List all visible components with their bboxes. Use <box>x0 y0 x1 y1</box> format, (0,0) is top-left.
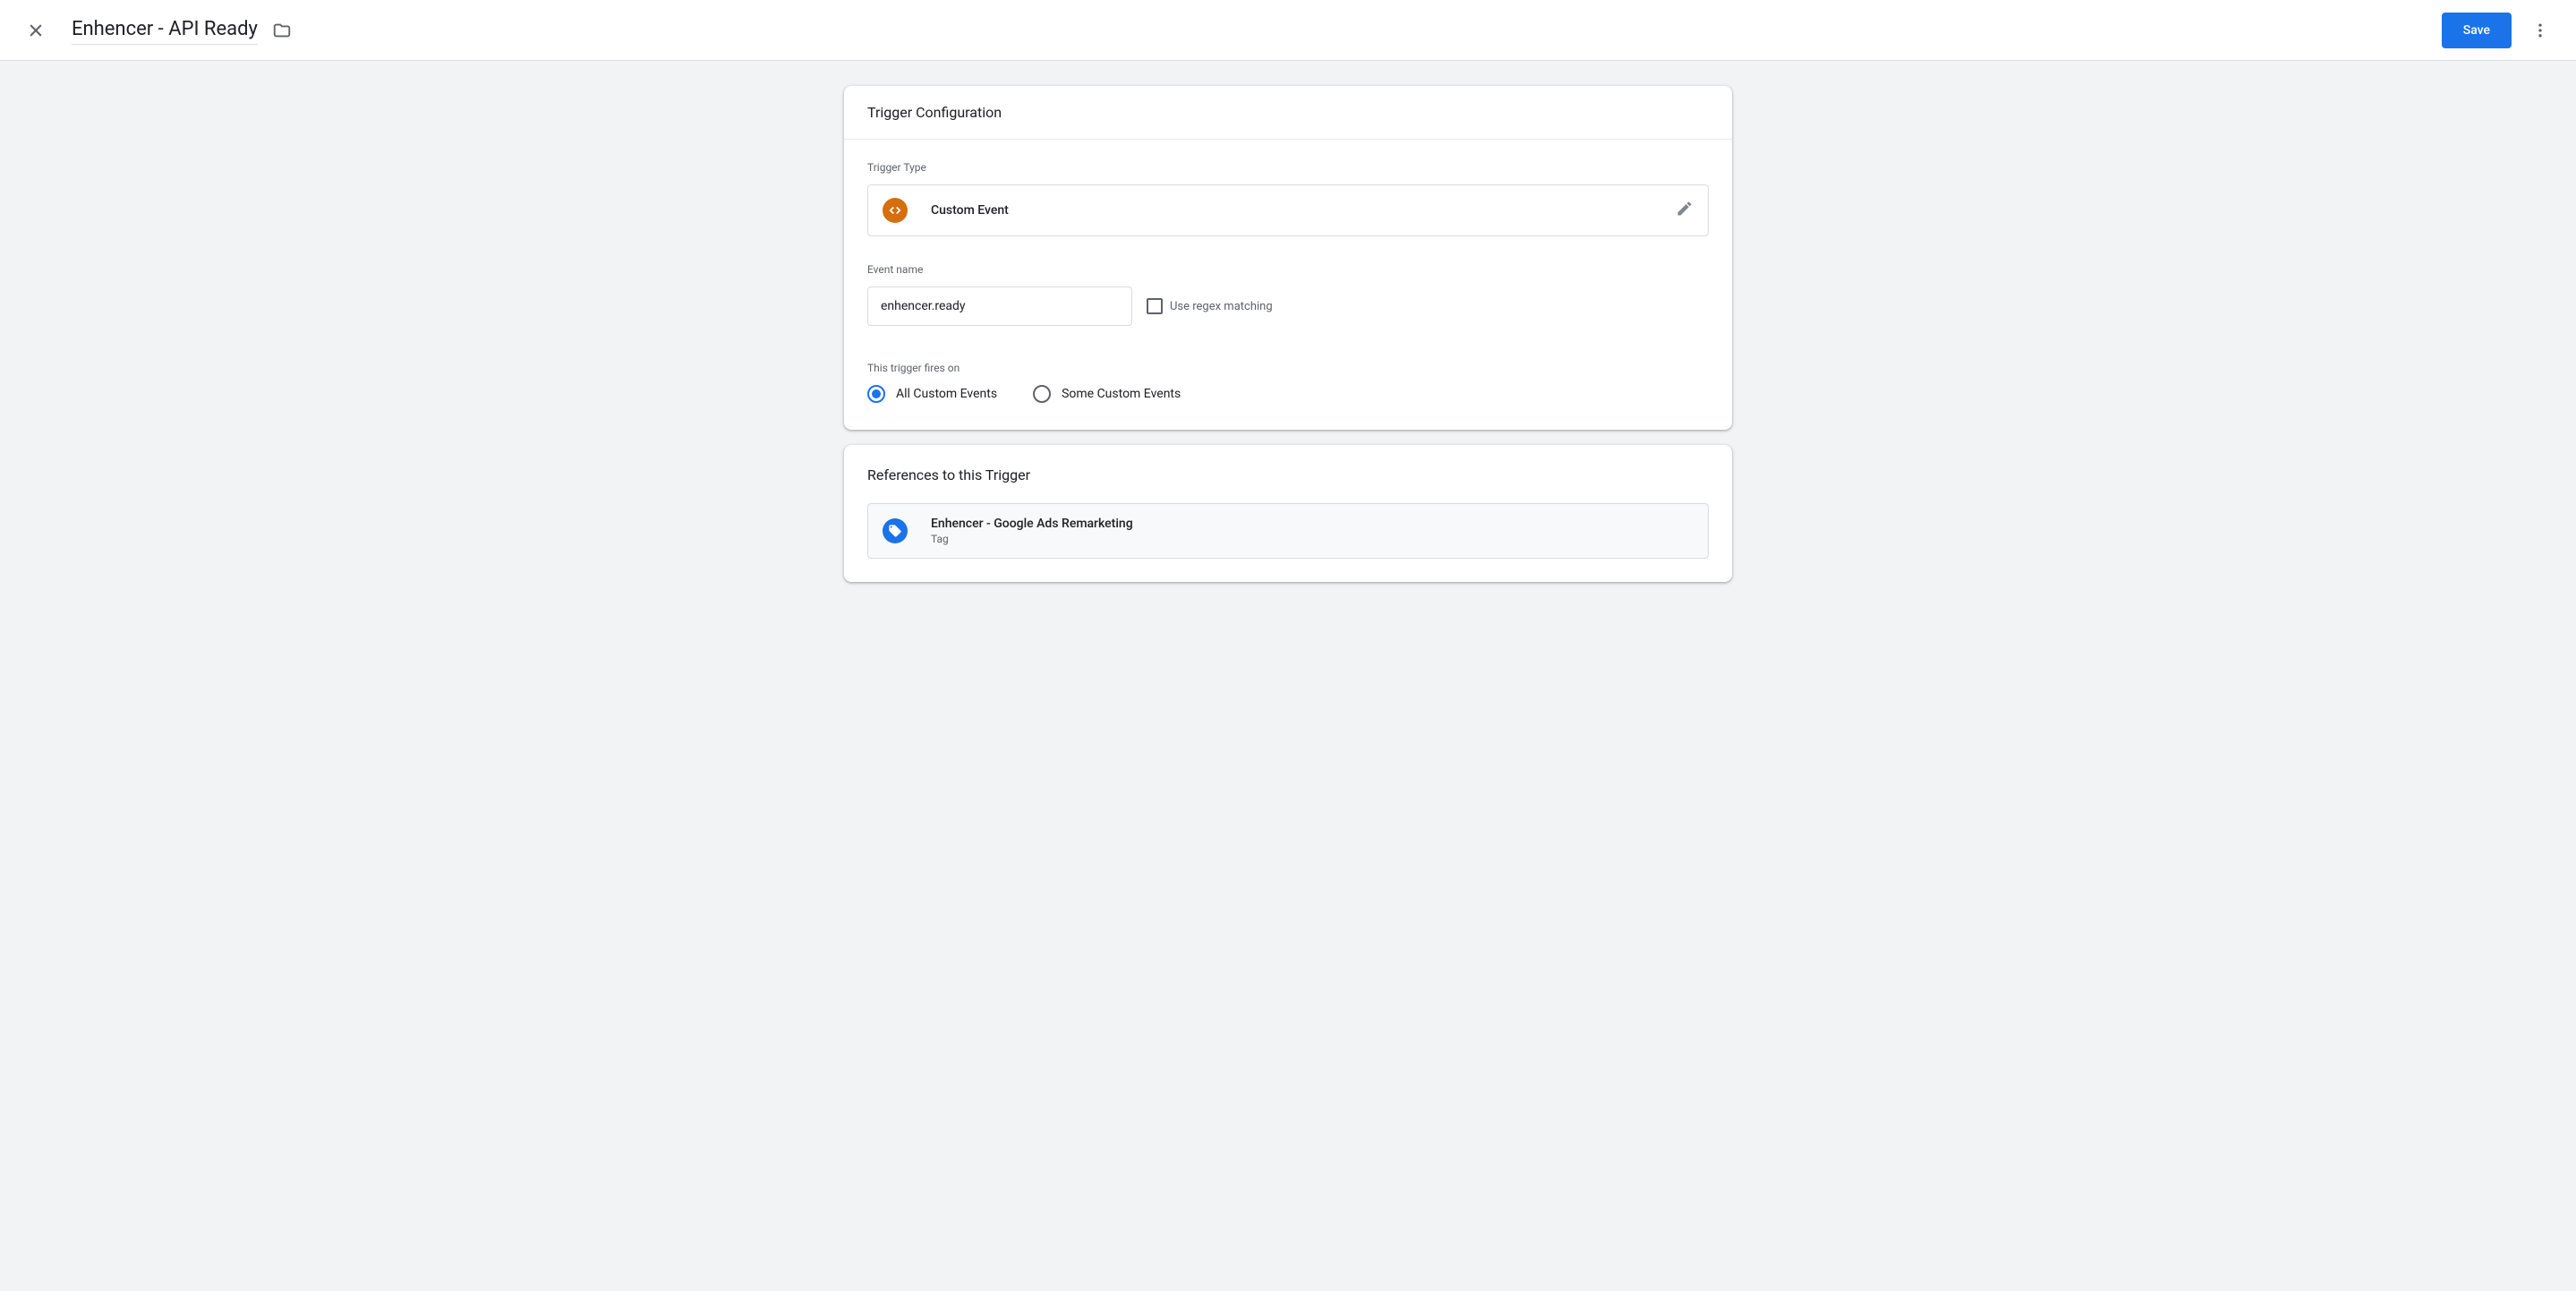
event-name-input[interactable] <box>867 286 1132 326</box>
header-bar: Enhencer - API Ready Save <box>0 0 2576 61</box>
radio-all-events[interactable] <box>867 385 885 403</box>
title-area: Enhencer - API Ready <box>72 15 2442 45</box>
references-title: References to this Trigger <box>867 466 1709 483</box>
more-vert-icon <box>2531 21 2549 39</box>
close-button[interactable] <box>18 13 54 48</box>
reference-name: Enhencer - Google Ads Remarketing <box>931 517 1133 531</box>
trigger-type-name: Custom Event <box>931 203 1676 218</box>
regex-checkbox-wrap: Use regex matching <box>1147 298 1273 314</box>
radio-some-label: Some Custom Events <box>1062 387 1181 401</box>
header-actions: Save <box>2442 13 2558 48</box>
radio-option-all: All Custom Events <box>867 385 997 403</box>
custom-event-icon <box>883 198 908 223</box>
event-name-label: Event name <box>867 263 1709 276</box>
card-title: Trigger Configuration <box>867 104 1709 121</box>
references-body: References to this Trigger Enhencer - Go… <box>844 445 1732 582</box>
pencil-icon <box>1676 200 1693 218</box>
reference-text: Enhencer - Google Ads Remarketing Tag <box>931 517 1133 545</box>
tag-icon <box>883 518 908 543</box>
folder-icon <box>272 21 292 40</box>
save-button[interactable]: Save <box>2442 13 2512 48</box>
content-area: Trigger Configuration Trigger Type Custo… <box>0 61 2576 1291</box>
trigger-type-selector[interactable]: Custom Event <box>867 184 1709 236</box>
close-icon <box>27 21 45 39</box>
radio-all-label: All Custom Events <box>896 387 997 401</box>
fires-on-label: This trigger fires on <box>867 362 1709 374</box>
fires-on-radio-group: All Custom Events Some Custom Events <box>867 385 1709 403</box>
card-body: Trigger Type Custom Event Event name <box>844 140 1732 430</box>
references-card: References to this Trigger Enhencer - Go… <box>844 445 1732 582</box>
reference-type: Tag <box>931 533 1133 545</box>
trigger-configuration-card: Trigger Configuration Trigger Type Custo… <box>844 86 1732 430</box>
folder-button[interactable] <box>272 21 292 40</box>
more-menu-button[interactable] <box>2522 13 2558 48</box>
trigger-name-input[interactable]: Enhencer - API Ready <box>72 15 258 45</box>
reference-item[interactable]: Enhencer - Google Ads Remarketing Tag <box>867 503 1709 559</box>
trigger-type-label: Trigger Type <box>867 161 1709 174</box>
radio-some-events[interactable] <box>1033 385 1051 403</box>
radio-option-some: Some Custom Events <box>1033 385 1181 403</box>
edit-trigger-type-button[interactable] <box>1676 200 1693 221</box>
event-name-row: Use regex matching <box>867 286 1709 326</box>
card-header: Trigger Configuration <box>844 86 1732 140</box>
regex-checkbox[interactable] <box>1147 298 1163 314</box>
regex-label: Use regex matching <box>1170 300 1273 313</box>
